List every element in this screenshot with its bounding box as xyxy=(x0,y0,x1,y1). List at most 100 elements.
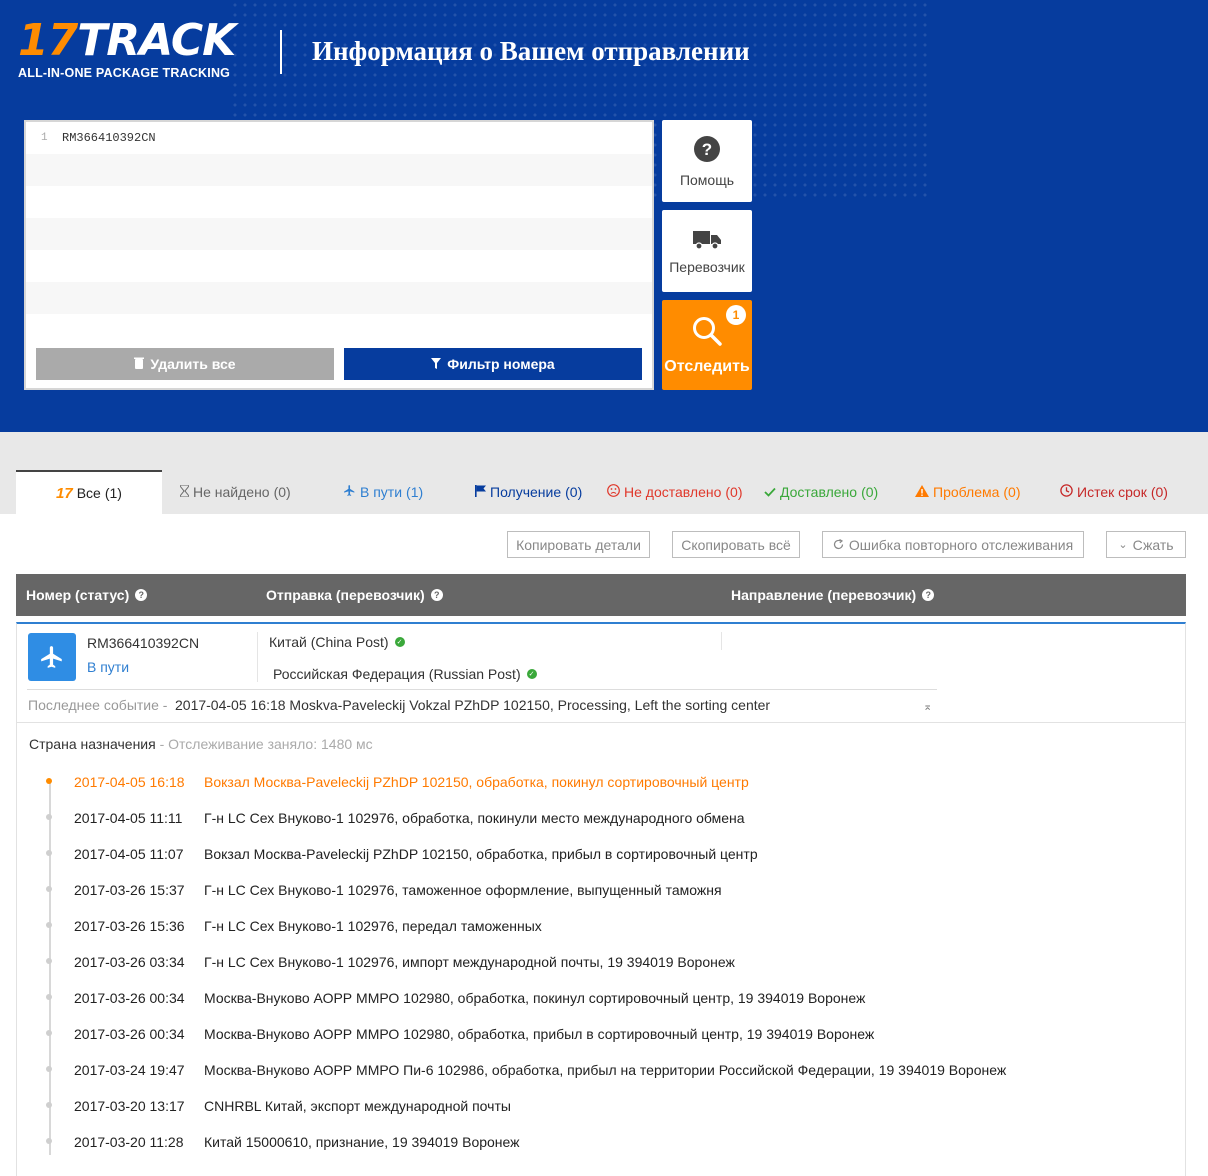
logo-wordmark: 17TRACK xyxy=(18,15,236,66)
help-icon[interactable]: ? xyxy=(430,589,443,601)
event-description: Г-н LC Сех Внуково-1 102976, таможенное … xyxy=(204,882,722,898)
hourglass-icon xyxy=(179,484,190,500)
plane-icon xyxy=(343,484,356,500)
col-number-label: Номер (статус) xyxy=(26,587,130,603)
tracking-number-input[interactable]: 1 RM366410392CN Удалить все Фильтр номера xyxy=(24,120,654,390)
tab-in-transit[interactable]: В пути (1) xyxy=(343,470,423,514)
timeline-event: 2017-03-26 03:34 Г-н LC Сех Внуково-1 102… xyxy=(17,952,1177,976)
carrier-label: Перевозчик xyxy=(669,258,745,275)
timeline-event: 2017-03-26 15:37 Г-н LC Сех Внуково-1 102… xyxy=(17,880,1177,904)
refresh-icon xyxy=(833,537,844,553)
sad-face-icon xyxy=(607,484,620,500)
input-line[interactable] xyxy=(26,250,652,282)
tab-pickup-label: Получение xyxy=(490,484,562,500)
tab-not-found[interactable]: Не найдено (0) xyxy=(179,470,291,514)
timeline-event: 2017-03-24 19:47 Москва-Внуково АОРР ММРО… xyxy=(17,1060,1177,1084)
tracking-number[interactable]: RM366410392CN xyxy=(87,635,199,651)
tracking-details: Страна назначения - Отслеживание заняло:… xyxy=(16,723,1186,1176)
input-line[interactable] xyxy=(26,154,652,186)
input-lines: 1 RM366410392CN xyxy=(26,122,652,346)
event-description: Москва-Внуково АОРР ММРО 102980, обработ… xyxy=(204,990,866,1006)
destination-country-label: Страна назначения xyxy=(29,736,156,752)
tab-not-found-label: Не найдено xyxy=(193,484,270,500)
tab-all-label: Все xyxy=(76,485,101,501)
timeline-event: 2017-03-20 13:17 CNHRBL Китай, экспорт ме… xyxy=(17,1096,1177,1120)
collapse-button[interactable]: ⌄ Сжать xyxy=(1106,531,1186,558)
input-line[interactable] xyxy=(26,282,652,314)
filter-numbers-label: Фильтр номера xyxy=(447,356,555,372)
input-line[interactable] xyxy=(26,218,652,250)
timeline-dot xyxy=(46,994,52,1000)
event-description: Г-н LC Сех Внуково-1 102976, обработка, … xyxy=(204,810,745,826)
tab-expired[interactable]: Истек срок (0) xyxy=(1060,470,1168,514)
last-event-text: 2017-04-05 16:18 Moskva-Paveleckij Vokza… xyxy=(175,697,771,713)
divider xyxy=(257,632,258,682)
tab-all[interactable]: 17 Все (1) xyxy=(16,470,162,514)
logo[interactable]: 17TRACK ALL-IN-ONE PACKAGE TRACKING xyxy=(18,15,248,81)
input-line[interactable]: 1 RM366410392CN xyxy=(26,122,652,154)
origin-carrier-text: Китай (China Post) xyxy=(269,634,389,650)
timeline-event: 2017-04-05 16:18 Вокзал Москва-Paveleckij… xyxy=(17,772,1177,796)
table-row[interactable]: RM366410392CN В пути Китай (China Post) ✓… xyxy=(16,622,1186,723)
line-text: RM366410392CN xyxy=(62,131,156,145)
clear-all-label: Удалить все xyxy=(150,356,236,372)
clear-all-button[interactable]: Удалить все xyxy=(36,348,334,380)
help-icon[interactable]: ? xyxy=(922,589,935,601)
input-line[interactable] xyxy=(26,314,652,346)
event-description: Китай 15000610, признание, 19 394019 Вор… xyxy=(204,1134,520,1150)
tab-problem-label: Проблема xyxy=(933,484,1000,500)
question-circle-icon: ? xyxy=(693,135,721,166)
event-description: Вокзал Москва-Paveleckij PZhDP 102150, о… xyxy=(204,846,758,862)
timeline-dot xyxy=(46,850,52,856)
plane-icon xyxy=(28,633,76,681)
col-dest-header: Направление (перевозчик)? xyxy=(731,587,935,603)
filter-numbers-button[interactable]: Фильтр номера xyxy=(344,348,642,380)
last-event-label: Последнее событие - xyxy=(28,697,168,713)
tab-problem[interactable]: Проблема (0) xyxy=(915,470,1021,514)
event-datetime: 2017-03-26 00:34 xyxy=(74,990,185,1006)
tab-pickup[interactable]: Получение (0) xyxy=(475,470,582,514)
timeline-dot xyxy=(46,814,52,820)
retrack-label: Ошибка повторного отслеживания xyxy=(848,536,1074,553)
event-datetime: 2017-03-24 19:47 xyxy=(74,1062,185,1078)
tab-in-transit-label: В пути xyxy=(360,484,403,500)
trash-icon xyxy=(134,356,145,372)
retrack-button[interactable]: Ошибка повторного отслеживания xyxy=(822,531,1084,558)
track-label: Отследить xyxy=(664,357,750,375)
event-datetime: 2017-04-05 16:18 xyxy=(74,774,185,790)
timeline-event: 2017-03-26 00:34 Москва-Внуково АОРР ММРО… xyxy=(17,1024,1177,1048)
status-label: В пути xyxy=(87,659,130,675)
timeline-event: 2017-03-26 00:34 Москва-Внуково АОРР ММРО… xyxy=(17,988,1177,1012)
track-count-badge: 1 xyxy=(726,305,746,325)
copy-details-button[interactable]: Копировать детали xyxy=(507,531,650,558)
timeline-dot xyxy=(46,1138,52,1144)
timeline-dot xyxy=(46,922,52,928)
truck-icon xyxy=(693,228,721,253)
divider xyxy=(721,632,722,650)
col-number-header: Номер (статус)? xyxy=(26,587,148,603)
expand-icon[interactable]: ⌅ xyxy=(923,700,932,713)
tab-undelivered-count: (0) xyxy=(725,484,743,500)
destination-carrier: Российская Федерация (Russian Post) ✓ xyxy=(273,666,537,682)
tracking-time: - Отслеживание заняло: 1480 мс xyxy=(159,736,373,752)
carrier-button[interactable]: Перевозчик xyxy=(662,210,752,292)
collapse-icon: ⌄ xyxy=(1118,539,1128,551)
check-icon xyxy=(764,484,776,500)
verified-icon: ✓ xyxy=(526,669,537,679)
tab-delivered[interactable]: Доставлено (0) xyxy=(764,470,878,514)
timeline-dot xyxy=(46,778,52,784)
tab-undelivered[interactable]: Не доставлено (0) xyxy=(607,470,743,514)
tab-all-count: (1) xyxy=(104,485,122,501)
help-icon[interactable]: ? xyxy=(135,589,148,601)
copy-all-button[interactable]: Скопировать всё xyxy=(672,531,800,558)
destination-country-header: Страна назначения - Отслеживание заняло:… xyxy=(29,736,373,752)
track-button[interactable]: 1 Отследить xyxy=(662,300,752,390)
event-datetime: 2017-04-05 11:11 xyxy=(74,810,183,826)
flag-icon xyxy=(475,484,486,500)
tab-expired-label: Истек срок xyxy=(1077,484,1147,500)
input-line[interactable] xyxy=(26,186,652,218)
timeline-dot xyxy=(46,1066,52,1072)
help-button[interactable]: ? Помощь xyxy=(662,120,752,202)
tab-problem-count: (0) xyxy=(1003,484,1021,500)
event-description: Москва-Внуково АОРР ММРО 102980, обработ… xyxy=(204,1026,875,1042)
